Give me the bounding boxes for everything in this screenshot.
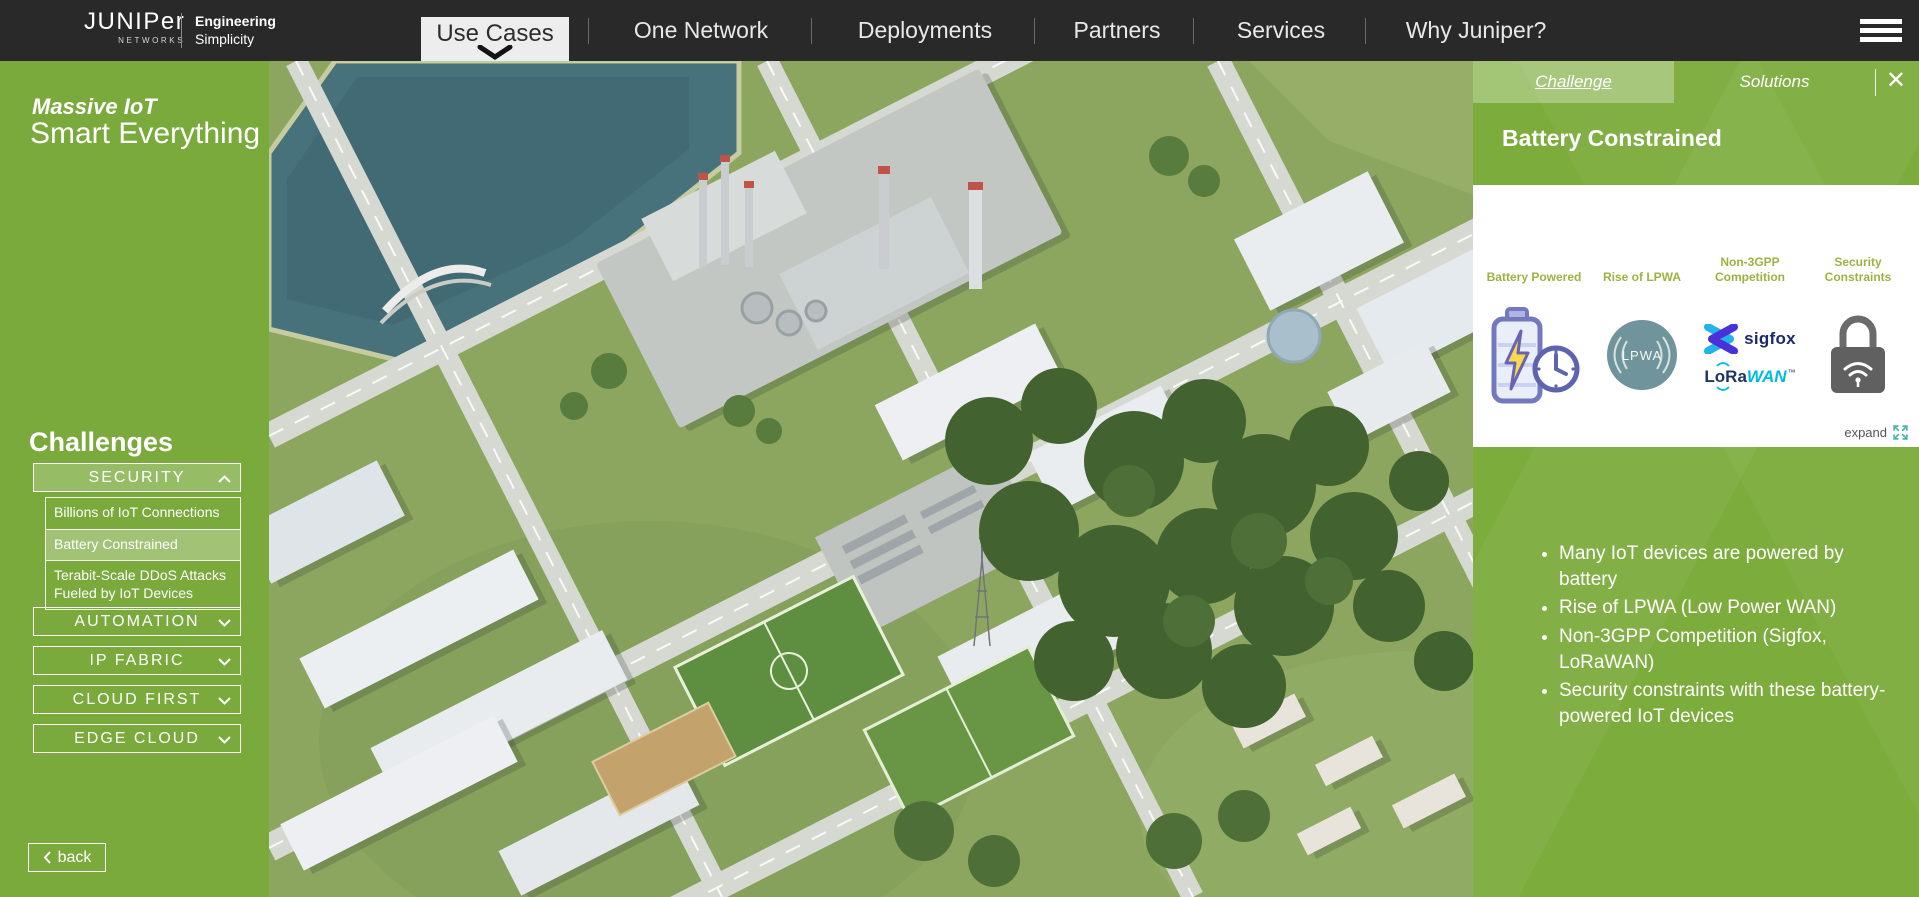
lpwa-signal-icon: LPWA <box>1607 320 1677 390</box>
accordion-label: AUTOMATION <box>74 612 200 630</box>
accordion-automation[interactable]: AUTOMATION <box>33 607 241 636</box>
submenu-item-billions-iot[interactable]: Billions of IoT Connections <box>46 498 240 529</box>
challenge-bullet: Non-3GPP Competition (Sigfox, LoRaWAN) <box>1559 624 1895 676</box>
expand-arrows-icon <box>1893 425 1908 440</box>
nav-item-partners[interactable]: Partners <box>1074 0 1161 61</box>
card-column-battery-powered: Battery Powered <box>1481 253 1587 447</box>
card-column-label: Non-3GPP Competition <box>1715 255 1785 284</box>
nav-separator <box>811 18 812 44</box>
nav-item-why-juniper[interactable]: Why Juniper? <box>1406 0 1547 61</box>
chevron-down-icon <box>218 658 231 666</box>
card-column-label: Security Constraints <box>1824 255 1892 284</box>
tagline-line1: Engineering <box>195 13 276 29</box>
accordion-label: IP FABRIC <box>89 651 185 669</box>
chevron-left-icon <box>43 851 51 864</box>
nav-item-services[interactable]: Services <box>1237 0 1325 61</box>
logo-networks-text: NETWORKS <box>118 36 186 45</box>
hamburger-menu-icon[interactable] <box>1860 19 1902 46</box>
nav-separator <box>1193 18 1194 44</box>
tab-divider <box>1875 69 1876 96</box>
back-button[interactable]: back <box>28 843 106 872</box>
top-nav: JUNIPer NETWORKS Engineering Simplicity … <box>0 0 1919 61</box>
challenge-bullet-list: Many IoT devices are powered by battery … <box>1535 541 1895 733</box>
nav-item-deployments[interactable]: Deployments <box>858 0 992 61</box>
logo-tagline: Engineering Simplicity <box>195 12 276 49</box>
submenu-item-terabit-ddos[interactable]: Terabit-Scale DDoS Attacks Fueled by IoT… <box>46 560 240 609</box>
card-column-label: Rise of LPWA <box>1602 270 1681 284</box>
accordion-security[interactable]: SECURITY <box>33 463 241 492</box>
lorawan-arc-icon <box>1716 385 1731 391</box>
tab-challenge[interactable]: Challenge <box>1473 61 1674 103</box>
trademark-symbol: ™ <box>1787 367 1796 377</box>
challenge-infographic-card: Battery Powered Rise of LPWA LPWA Non-3G… <box>1473 185 1919 447</box>
expand-button[interactable]: expand <box>1844 424 1909 441</box>
nav-separator <box>588 18 589 44</box>
challenges-heading: Challenges <box>29 427 174 457</box>
accordion-edge-cloud[interactable]: EDGE CLOUD <box>33 724 241 753</box>
lorawan-logo: LoRa WAN ™ <box>1704 361 1796 391</box>
panel-title: Battery Constrained <box>1502 125 1722 151</box>
panel-tabs: Challenge Solutions <box>1473 61 1875 103</box>
expand-label: expand <box>1844 425 1887 440</box>
chevron-down-icon <box>218 619 231 627</box>
battery-clock-icon <box>1491 307 1580 404</box>
sigfox-wordmark: sigfox <box>1744 328 1796 348</box>
challenge-bullet: Security constraints with these battery-… <box>1559 678 1895 730</box>
accordion-label: CLOUD FIRST <box>72 690 202 708</box>
accordion-ip-fabric[interactable]: IP FABRIC <box>33 646 241 675</box>
logo-brand-text: JUNIPer <box>84 8 186 35</box>
card-column-security: Security Constraints <box>1805 253 1911 447</box>
challenge-panel: Challenge Solutions ✕ Battery Constraine… <box>1473 61 1919 897</box>
close-icon[interactable]: ✕ <box>1886 69 1906 93</box>
challenges-sidebar: Massive IoT Smart Everything Challenges … <box>0 61 269 897</box>
submenu-item-battery-constrained[interactable]: Battery Constrained <box>46 528 240 560</box>
sigfox-logo: sigfox <box>1704 323 1796 354</box>
lora-wordmark: LoRa <box>1704 366 1747 386</box>
lock-wifi-icon <box>1831 315 1885 393</box>
chevron-down-icon <box>477 45 513 60</box>
wan-wordmark: WAN <box>1746 366 1787 386</box>
card-column-non-3gpp: Non-3GPP Competition sigfox LoRa WAN ™ <box>1697 253 1803 447</box>
challenge-bullet: Rise of LPWA (Low Power WAN) <box>1559 595 1895 621</box>
nav-separator <box>1365 18 1366 44</box>
back-label: back <box>57 848 92 866</box>
accordion-cloud-first[interactable]: CLOUD FIRST <box>33 685 241 714</box>
sidebar-title: Smart Everything <box>30 117 261 150</box>
nav-item-use-cases[interactable]: Use Cases <box>421 17 569 61</box>
nav-separator <box>1034 18 1035 44</box>
juniper-logo[interactable]: JUNIPer NETWORKS <box>84 8 186 46</box>
challenge-bullet: Many IoT devices are powered by battery <box>1559 541 1895 593</box>
card-column-label: Battery Powered <box>1486 270 1582 284</box>
tagline-line2: Simplicity <box>195 31 255 48</box>
logo-divider <box>181 13 182 48</box>
chevron-down-icon <box>218 697 231 705</box>
juniper-iot-use-case-page: JUNIPer NETWORKS Engineering Simplicity … <box>0 0 1919 897</box>
sigfox-butterfly-icon <box>1704 323 1739 354</box>
nav-item-one-network[interactable]: One Network <box>634 0 768 61</box>
chevron-up-icon <box>218 475 231 483</box>
accordion-label: SECURITY <box>88 468 186 486</box>
svg-text:LPWA: LPWA <box>1622 348 1662 363</box>
lorawan-arc-icon <box>1716 361 1731 367</box>
accordion-label: EDGE CLOUD <box>74 729 200 747</box>
chevron-down-icon <box>218 736 231 744</box>
security-submenu: Billions of IoT Connections Battery Cons… <box>45 497 241 610</box>
card-column-lpwa: Rise of LPWA LPWA <box>1589 253 1695 447</box>
tab-solutions[interactable]: Solutions <box>1674 61 1875 103</box>
